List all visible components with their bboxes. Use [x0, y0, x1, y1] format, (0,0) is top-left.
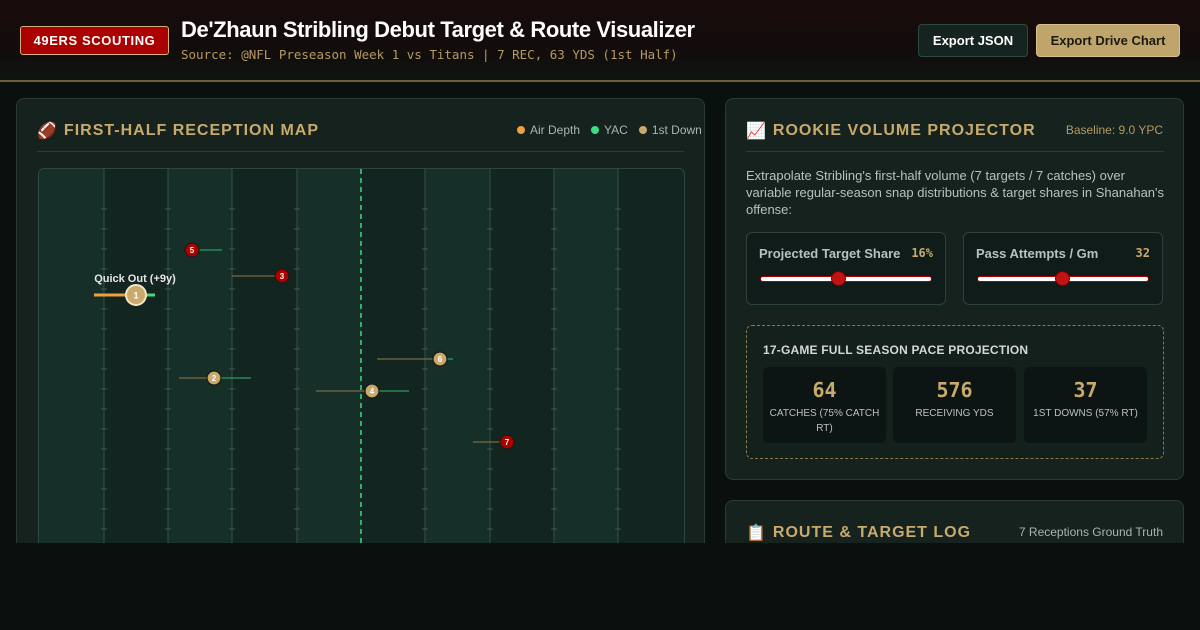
panel-divider	[37, 151, 684, 152]
marker-number: 7	[505, 438, 510, 447]
projector-description: Extrapolate Stribling's first-half volum…	[746, 168, 1165, 217]
projector-title: 📈 ROOKIE VOLUME PROJECTOR	[746, 121, 1036, 141]
reception-map-title-text: FIRST-HALF RECEPTION MAP	[63, 122, 320, 139]
reception-marker-4[interactable]: 4	[364, 383, 380, 399]
legend-item-first-down: 1st Down	[638, 123, 702, 137]
reception-marker-1[interactable]: 1	[125, 284, 147, 306]
air-depth-swatch	[517, 126, 525, 134]
field-stripes	[39, 169, 618, 587]
stat-catches: 64 CATCHES (75% CATCH RT)	[763, 367, 886, 443]
field-stripe	[39, 169, 104, 587]
page-subtitle: Source: @NFL Preseason Week 1 vs Titans …	[181, 47, 678, 62]
field-stripe	[297, 169, 361, 587]
marker-number: 1	[133, 291, 138, 301]
route-log-subtitle: 7 Receptions Ground Truth	[1018, 525, 1163, 539]
baseline-label: Baseline: 9.0 YPC	[1065, 123, 1163, 137]
stat-value: 64	[812, 378, 837, 402]
reception-marker-2[interactable]: 2	[206, 370, 222, 386]
volume-projector-panel: 📈 ROOKIE VOLUME PROJECTOR Baseline: 9.0 …	[725, 98, 1184, 480]
legend-label: YAC	[604, 123, 628, 137]
pass-attempts-slider-thumb[interactable]	[1055, 271, 1071, 286]
pass-attempts-control: Pass Attempts / Gm 32	[963, 232, 1163, 305]
clipboard-icon: 📋	[746, 525, 767, 542]
legend-label: 1st Down	[651, 123, 702, 137]
marker-number: 4	[370, 387, 375, 396]
stat-receiving-yds: 576 RECEIVING YDS	[893, 367, 1016, 443]
app-header: 49ERS SCOUTING De'Zhaun Stribling Debut …	[0, 0, 1200, 82]
viewport-bottom-area	[0, 543, 1200, 630]
reception-marker-6[interactable]: 6	[432, 351, 448, 367]
season-pace-box: 17-GAME FULL SEASON PACE PROJECTION 64 C…	[746, 325, 1164, 459]
field-stripe	[425, 169, 489, 587]
reception-marker-3[interactable]: 3	[274, 268, 290, 284]
panel-divider	[746, 151, 1164, 152]
field-stripe	[554, 169, 618, 587]
page-title: De'Zhaun Stribling Debut Target & Route …	[181, 17, 695, 42]
reception-map-title: 🏈 FIRST-HALF RECEPTION MAP	[37, 121, 319, 141]
route-log-title: 📋 ROUTE & TARGET LOG	[746, 523, 971, 543]
stat-label: RECEIVING YDS	[915, 408, 994, 419]
target-share-label: Projected Target Share	[759, 246, 901, 261]
projector-title-text: ROOKIE VOLUME PROJECTOR	[772, 122, 1036, 139]
yac-swatch	[591, 126, 600, 134]
marker-number: 6	[438, 355, 443, 364]
football-icon: 🏈	[37, 123, 58, 140]
chart-increasing-icon: 📈	[746, 123, 767, 140]
stat-first-downs: 37 1ST DOWNS (57% RT)	[1024, 367, 1147, 443]
reception-map-panel: 🏈 FIRST-HALF RECEPTION MAP Air Depth YAC…	[16, 98, 705, 588]
pass-attempts-label: Pass Attempts / Gm	[976, 246, 1099, 261]
export-drive-chart-button[interactable]: Export Drive Chart	[1036, 24, 1180, 57]
reception-tooltip: Quick Out (+9y)	[94, 273, 176, 285]
pass-attempts-value: 32	[1135, 246, 1150, 260]
legend-item-yac: YAC	[591, 123, 628, 137]
stat-value: 37	[1073, 378, 1098, 402]
stat-value: 576	[936, 378, 973, 402]
reception-marker-5[interactable]: 5	[184, 242, 200, 258]
pace-title: 17-GAME FULL SEASON PACE PROJECTION	[763, 343, 1029, 357]
target-share-slider-thumb[interactable]	[831, 271, 847, 286]
scouting-badge: 49ERS SCOUTING	[20, 26, 169, 55]
stat-label: CATCHES (75% CATCH RT)	[769, 408, 880, 434]
first-down-swatch	[638, 126, 647, 134]
reception-marker-7[interactable]: 7	[499, 434, 515, 450]
export-json-button[interactable]: Export JSON	[918, 24, 1028, 57]
marker-number: 5	[190, 246, 195, 255]
route-log-title-text: ROUTE & TARGET LOG	[772, 524, 972, 541]
marker-number: 2	[212, 374, 217, 383]
legend-item-air-depth: Air Depth	[517, 123, 580, 137]
map-legend: Air Depth YAC 1st Down	[517, 123, 702, 137]
stat-label: 1ST DOWNS (57% RT)	[1033, 408, 1138, 419]
field-svg: Quick Out (+9y) 1 2 3 4 5 6 7	[39, 169, 621, 587]
target-share-control: Projected Target Share 16%	[746, 232, 946, 305]
football-field[interactable]: Quick Out (+9y) 1 2 3 4 5 6 7	[38, 168, 685, 588]
marker-number: 3	[280, 272, 285, 281]
legend-label: Air Depth	[530, 123, 581, 137]
target-share-value: 16%	[911, 246, 933, 260]
